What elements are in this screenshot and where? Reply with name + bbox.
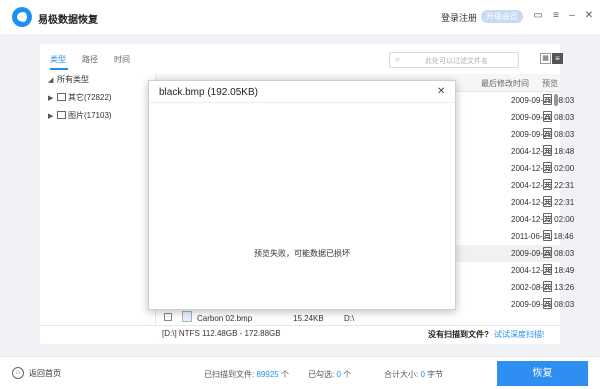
preview-icon[interactable]	[543, 145, 552, 156]
preview-icon[interactable]	[543, 94, 552, 105]
no-result-text: 没有扫描到文件?	[428, 330, 489, 339]
table-row[interactable]: Carbon 02.bmp 15.24KB D:\	[156, 310, 560, 326]
feedback-icon[interactable]: ▭	[532, 10, 544, 22]
menu-icon[interactable]: ≡	[550, 10, 562, 22]
grid-view-icon[interactable]: ▦	[540, 53, 551, 64]
preview-icon[interactable]	[543, 264, 552, 275]
deep-scan-link[interactable]: 试试深度扫描!	[494, 329, 544, 340]
tree-item-all-types[interactable]: ◢ 所有类型	[48, 74, 89, 85]
tree-item-other[interactable]: ▶ 其它(72822)	[48, 92, 112, 103]
preview-icon[interactable]	[543, 128, 552, 139]
column-preview: 预览	[542, 79, 558, 88]
scan-status-bar: [D:\] NTFS 112.48GB - 172.88GB 没有扫描到文件? …	[40, 325, 560, 343]
dialog-close-icon[interactable]: ✕	[437, 86, 445, 97]
login-register-link[interactable]: 登录注册	[441, 11, 477, 24]
file-name: Carbon 02.bmp	[197, 314, 253, 323]
expand-icon[interactable]: ▶	[48, 94, 57, 102]
preview-error-message: 预览失败，可能数据已损坏	[254, 249, 350, 258]
preview-icon[interactable]	[543, 298, 552, 309]
dialog-title: black.bmp (192.05KB)	[159, 87, 258, 98]
minimize-icon[interactable]: –	[566, 10, 578, 22]
upgrade-vip-button[interactable]: 升级会员	[481, 10, 523, 23]
tab-path[interactable]: 路径	[82, 54, 98, 65]
tab-time[interactable]: 时间	[114, 54, 130, 65]
row-checkbox[interactable]	[164, 313, 172, 321]
total-size-stat: 合计大小: 0 字节	[384, 370, 444, 379]
tab-type[interactable]: 类型	[50, 54, 66, 65]
vertical-scrollbar[interactable]	[554, 94, 558, 106]
active-tab-indicator	[50, 68, 68, 70]
preview-icon[interactable]	[543, 230, 552, 241]
dialog-header: black.bmp (192.05KB) ✕	[149, 81, 455, 103]
preview-icon[interactable]	[543, 111, 552, 122]
title-bar: 易极数据恢复 登录注册 升级会员 ▭ ≡ – ✕	[0, 0, 600, 34]
preview-icon[interactable]	[543, 162, 552, 173]
app-title: 易极数据恢复	[38, 15, 98, 26]
preview-icon[interactable]	[543, 213, 552, 224]
folder-icon	[57, 93, 66, 101]
image-icon	[57, 111, 66, 119]
tree-item-images[interactable]: ▶ 图片(17103)	[48, 110, 112, 121]
preview-icon[interactable]	[543, 281, 552, 292]
expand-icon[interactable]: ▶	[48, 112, 57, 120]
column-modified-time[interactable]: 最后修改时间	[481, 78, 529, 89]
file-size: 15.24KB	[293, 314, 324, 323]
search-placeholder: 此处可以过滤文件名	[425, 58, 488, 65]
preview-icon[interactable]	[543, 179, 552, 190]
recover-button[interactable]: 恢复	[497, 361, 588, 386]
preview-dialog: black.bmp (192.05KB) ✕ 预览失败，可能数据已损坏	[148, 80, 456, 310]
collapse-icon[interactable]: ◢	[48, 76, 57, 84]
preview-icon[interactable]	[543, 196, 552, 207]
search-input[interactable]: ○ 此处可以过滤文件名	[389, 52, 519, 68]
home-icon[interactable]: ⌂	[12, 367, 24, 379]
close-icon[interactable]: ✕	[583, 10, 595, 22]
search-icon: ○	[395, 55, 400, 64]
checked-files-stat: 已勾选: 0 个	[308, 370, 352, 379]
file-path: D:\	[344, 314, 355, 323]
back-home-link[interactable]: 返回首页	[29, 368, 61, 379]
bottom-bar: ⌂ 返回首页 已扫描到文件: 89925 个 已勾选: 0 个 合计大小: 0 …	[0, 356, 600, 389]
scanned-files-stat: 已扫描到文件: 89925 个	[204, 370, 289, 379]
list-view-icon[interactable]: ≡	[552, 53, 563, 64]
drive-info: [D:\] NTFS 112.48GB - 172.88GB	[162, 329, 281, 338]
preview-icon[interactable]	[543, 247, 552, 258]
bmp-file-icon	[182, 311, 192, 322]
app-logo-icon	[12, 7, 32, 27]
